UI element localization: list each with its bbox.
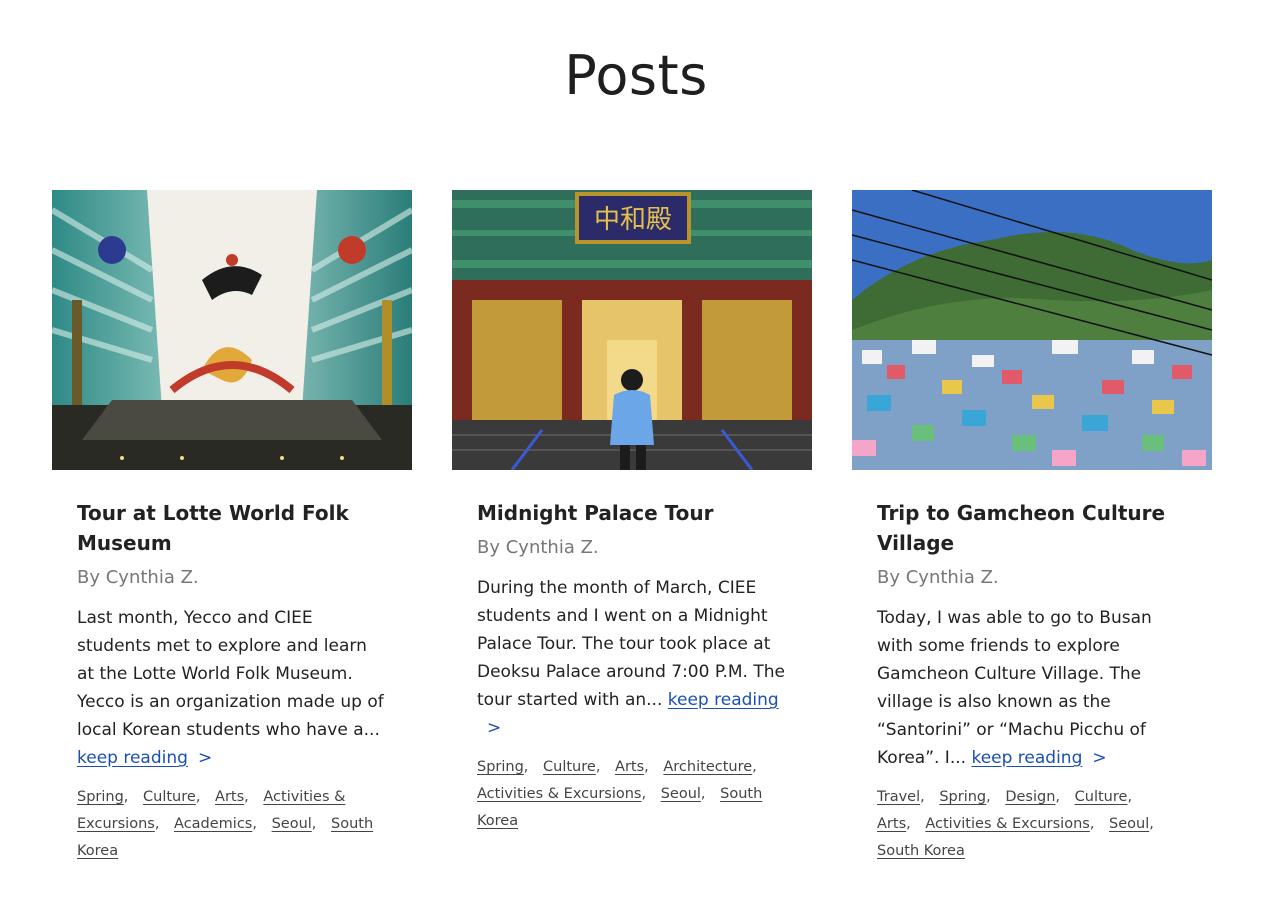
- chevron-right-icon[interactable]: >: [198, 744, 212, 772]
- post-card: Trip to Gamcheon Culture Village By Cynt…: [852, 190, 1212, 865]
- tag-link[interactable]: Academics: [174, 816, 252, 832]
- post-tags: Spring, Culture, Arts, Activities & Excu…: [77, 789, 374, 859]
- tag-link[interactable]: Spring: [77, 789, 124, 805]
- palace-sign-text: 中和殿: [594, 205, 672, 235]
- tag-link[interactable]: Seoul: [1109, 816, 1149, 832]
- tag-link[interactable]: Culture: [1075, 789, 1128, 805]
- tag-link[interactable]: Spring: [939, 789, 986, 805]
- tag-link[interactable]: Architecture: [663, 759, 752, 775]
- post-excerpt: Last month, Yecco and CIEE students met …: [77, 604, 387, 772]
- post-tags: Spring, Culture, Arts, Architecture, Act…: [477, 759, 763, 829]
- post-thumbnail-link[interactable]: 中和殿: [452, 190, 812, 470]
- post-excerpt: During the month of March, CIEE students…: [477, 574, 787, 742]
- post-author: By Cynthia Z.: [877, 567, 999, 588]
- post-card: Tour at Lotte World Folk Museum By Cynth…: [52, 190, 412, 865]
- chevron-right-icon[interactable]: >: [1092, 744, 1106, 772]
- post-title[interactable]: Tour at Lotte World Folk Museum: [77, 498, 387, 558]
- chevron-right-icon[interactable]: >: [487, 714, 501, 742]
- post-thumbnail-link[interactable]: [852, 190, 1212, 470]
- tag-link[interactable]: Seoul: [661, 786, 701, 802]
- post-excerpt-text: Last month, Yecco and CIEE students met …: [77, 608, 384, 740]
- tag-link[interactable]: Activities & Excursions: [925, 816, 1089, 832]
- post-excerpt-text: Today, I was able to go to Busan with so…: [877, 608, 1152, 768]
- tag-link[interactable]: South Korea: [877, 843, 965, 859]
- post-author: By Cynthia Z.: [477, 537, 599, 558]
- tag-link[interactable]: Arts: [877, 816, 906, 832]
- post-author: By Cynthia Z.: [77, 567, 199, 588]
- post-thumbnail-image: [52, 190, 412, 470]
- keep-reading-link[interactable]: keep reading: [668, 690, 779, 710]
- tag-link[interactable]: Culture: [543, 759, 596, 775]
- post-thumbnail-image: [852, 190, 1212, 470]
- post-tags: Travel, Spring, Design, Culture, Arts, A…: [877, 789, 1154, 859]
- post-card: 中和殿 Midnight Palace Tour By Cynthia Z. D…: [452, 190, 812, 835]
- tag-link[interactable]: Arts: [615, 759, 644, 775]
- tag-link[interactable]: Activities & Excursions: [477, 786, 641, 802]
- tag-link[interactable]: Arts: [215, 789, 244, 805]
- tag-link[interactable]: Spring: [477, 759, 524, 775]
- post-thumbnail-image: 中和殿: [452, 190, 812, 470]
- tag-link[interactable]: Seoul: [272, 816, 312, 832]
- keep-reading-link[interactable]: keep reading: [971, 748, 1082, 768]
- post-excerpt: Today, I was able to go to Busan with so…: [877, 604, 1187, 772]
- keep-reading-link[interactable]: keep reading: [77, 748, 188, 768]
- post-thumbnail-link[interactable]: [52, 190, 412, 470]
- tag-link[interactable]: Travel: [877, 789, 920, 805]
- tag-link[interactable]: Culture: [143, 789, 196, 805]
- post-title[interactable]: Midnight Palace Tour: [477, 498, 787, 528]
- tag-link[interactable]: Design: [1005, 789, 1055, 805]
- post-title[interactable]: Trip to Gamcheon Culture Village: [877, 498, 1187, 558]
- page-title: Posts: [564, 44, 708, 107]
